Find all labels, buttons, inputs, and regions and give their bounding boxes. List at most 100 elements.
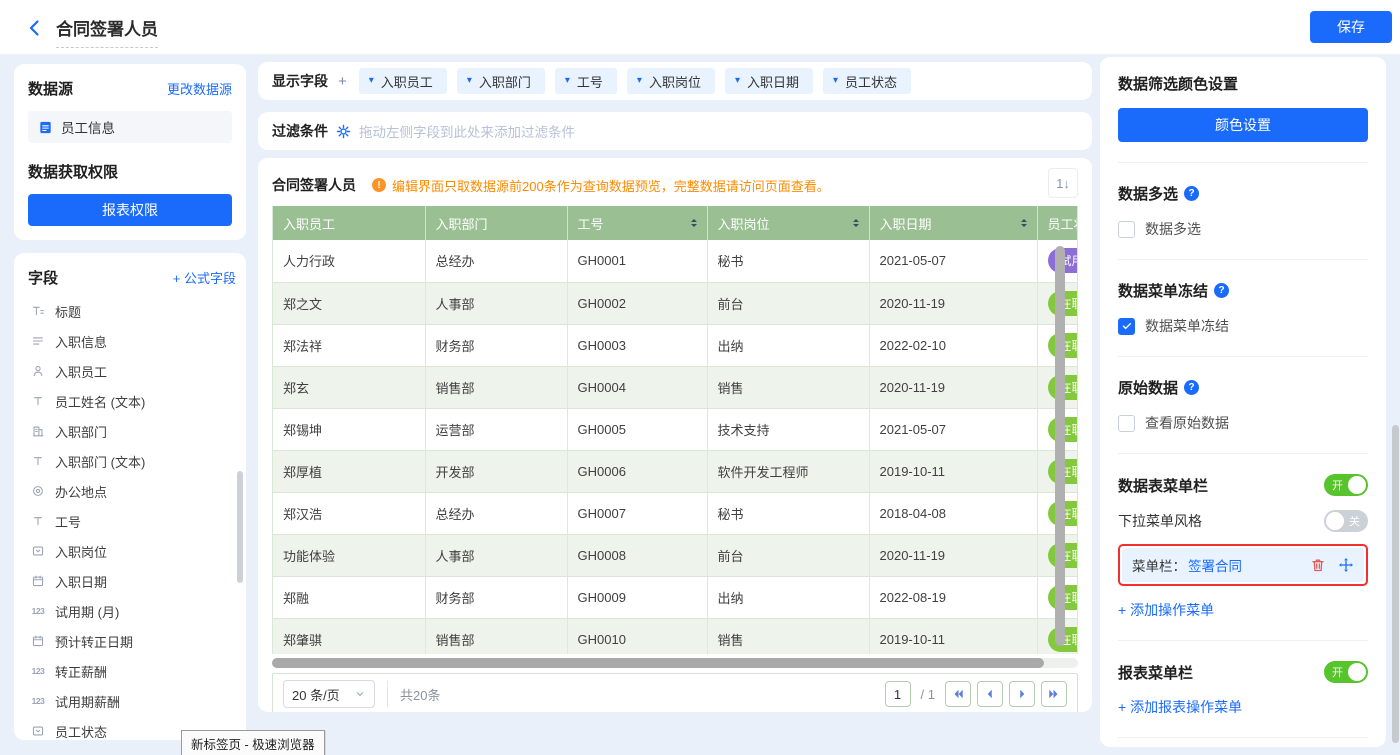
gear-icon[interactable]: [336, 124, 351, 139]
browser-tooltip: 新标签页 - 极速浏览器: [181, 730, 325, 755]
back-button[interactable]: [24, 17, 46, 39]
add-display-field-button[interactable]: +: [338, 73, 347, 90]
change-datasource-link[interactable]: 更改数据源: [167, 79, 232, 98]
field-item[interactable]: 123转正薪酬: [28, 656, 236, 686]
table-cell: GH0002: [567, 282, 707, 324]
field-item[interactable]: 123试用期 (月): [28, 596, 236, 626]
table-menu-toggle[interactable]: 开: [1324, 474, 1368, 496]
toggle-knob: [1326, 512, 1344, 530]
field-item[interactable]: 办公地点: [28, 476, 236, 506]
app-root: 合同签署人员 保存 数据源 更改数据源 员工信息 数据获取权限 报表权限: [0, 0, 1400, 755]
display-field-chip[interactable]: ▾入职日期: [725, 68, 813, 94]
table-cell: 秘书: [707, 240, 869, 282]
field-item[interactable]: 入职日期: [28, 566, 236, 596]
table-cell: 2021-05-07: [869, 240, 1037, 282]
display-field-chip[interactable]: ▾入职岗位: [627, 68, 715, 94]
document-icon: [38, 120, 53, 135]
preview-notice: ! 编辑界面只取数据源前200条作为查询数据预览，完整数据请访问页面查看。: [372, 176, 830, 195]
highlighted-menu-item: 菜单栏： 签署合同: [1118, 544, 1368, 586]
field-label: 工号: [55, 512, 81, 531]
fields-scrollbar[interactable]: [237, 471, 243, 583]
chevron-left-icon: [983, 687, 997, 701]
table-cell: 郑肇骐: [273, 618, 425, 654]
table-cell: 郑之文: [273, 282, 425, 324]
report-permission-button[interactable]: 报表权限: [28, 194, 232, 226]
table-row: 人力行政总经办GH0001秘书2021-05-07试用期: [273, 240, 1078, 282]
sort-arrows-icon[interactable]: [1021, 216, 1027, 230]
multi-select-checkbox[interactable]: [1118, 221, 1135, 238]
report-menu-toggle[interactable]: 开: [1324, 661, 1368, 683]
help-icon[interactable]: ?: [1184, 186, 1199, 201]
table-card: 合同签署人员 ! 编辑界面只取数据源前200条作为查询数据预览，完整数据请访问页…: [258, 158, 1092, 712]
field-label: 预计转正日期: [55, 632, 133, 651]
page-size-select[interactable]: 20 条/页: [283, 680, 375, 708]
filter-dropzone[interactable]: 拖动左侧字段到此处来添加过滤条件: [359, 121, 575, 141]
formula-field-link[interactable]: + 公式字段: [173, 268, 236, 287]
table-cell: GH0006: [567, 450, 707, 492]
field-item[interactable]: 入职员工: [28, 356, 236, 386]
sort-order-button[interactable]: 1↓: [1048, 168, 1078, 198]
raw-data-checkbox[interactable]: [1118, 415, 1135, 432]
preview-notice-text: 编辑界面只取数据源前200条作为查询数据预览，完整数据请访问页面查看。: [392, 176, 830, 195]
field-item[interactable]: 入职部门: [28, 416, 236, 446]
table-cell: 财务部: [425, 324, 567, 366]
number-icon: 123: [30, 606, 46, 616]
field-item[interactable]: 员工姓名 (文本): [28, 386, 236, 416]
help-icon[interactable]: ?: [1184, 380, 1199, 395]
first-page-button[interactable]: [945, 681, 971, 707]
chevron-down-icon: ▾: [637, 76, 642, 86]
table-cell: 出纳: [707, 576, 869, 618]
add-report-menu-link[interactable]: + 添加报表操作菜单: [1118, 697, 1368, 717]
column-header[interactable]: 入职岗位: [707, 206, 869, 240]
table-cell: GH0008: [567, 534, 707, 576]
menu-freeze-checkbox[interactable]: [1118, 318, 1135, 335]
menu-item-prefix: 菜单栏：: [1132, 555, 1186, 575]
display-field-chip[interactable]: ▾入职员工: [359, 68, 447, 94]
page-number-input[interactable]: 1: [885, 681, 911, 707]
sort-arrows-icon[interactable]: [691, 216, 697, 230]
chip-label: 入职部门: [479, 72, 531, 91]
last-page-button[interactable]: [1041, 681, 1067, 707]
chevron-down-icon: ▾: [565, 76, 570, 86]
sort-arrows-icon[interactable]: [853, 216, 859, 230]
move-icon[interactable]: [1338, 557, 1354, 573]
sort-order-icon: 1↓: [1056, 176, 1070, 191]
save-button[interactable]: 保存: [1310, 11, 1392, 43]
table-cell: 郑锡坤: [273, 408, 425, 450]
chevron-right-icon: [1015, 687, 1029, 701]
chevron-down-icon: ▾: [735, 76, 740, 86]
column-header[interactable]: 入职日期: [869, 206, 1037, 240]
trash-icon[interactable]: [1310, 557, 1326, 573]
field-item[interactable]: 入职岗位: [28, 536, 236, 566]
field-item[interactable]: 标题: [28, 296, 236, 326]
display-field-chip[interactable]: ▾工号: [555, 68, 617, 94]
display-field-chip[interactable]: ▾员工状态: [823, 68, 911, 94]
horizontal-scrollbar-thumb[interactable]: [272, 658, 1044, 668]
dropdown-style-toggle[interactable]: 关: [1324, 510, 1368, 532]
field-item[interactable]: 预计转正日期: [28, 626, 236, 656]
table-vertical-scrollbar[interactable]: [1055, 246, 1065, 646]
table-horizontal-scrollbar: [272, 658, 1078, 668]
table-cell: 总经办: [425, 492, 567, 534]
table-row: 功能体验人事部GH0008前台2020-11-19在职: [273, 534, 1078, 576]
window-scrollbar[interactable]: [1392, 425, 1399, 743]
menu-bar-item[interactable]: 菜单栏： 签署合同: [1122, 548, 1364, 582]
prev-page-button[interactable]: [977, 681, 1003, 707]
data-table-wrap: 入职员工入职部门工号入职岗位入职日期员工状态 人力行政总经办GH0001秘书20…: [272, 206, 1078, 654]
field-item[interactable]: 工号: [28, 506, 236, 536]
help-icon[interactable]: ?: [1214, 283, 1229, 298]
display-field-chip[interactable]: ▾入职部门: [457, 68, 545, 94]
column-header[interactable]: 工号: [567, 206, 707, 240]
next-page-button[interactable]: [1009, 681, 1035, 707]
table-cell: 销售: [707, 366, 869, 408]
datasource-item[interactable]: 员工信息: [28, 111, 232, 143]
field-item[interactable]: 入职部门 (文本): [28, 446, 236, 476]
table-cell: 秘书: [707, 492, 869, 534]
field-item[interactable]: 123试用期薪酬: [28, 686, 236, 716]
field-item[interactable]: 入职信息: [28, 326, 236, 356]
add-action-menu-link[interactable]: + 添加操作菜单: [1118, 600, 1368, 620]
location-icon: [30, 484, 46, 498]
multi-select-title: 数据多选: [1118, 183, 1178, 204]
color-settings-button[interactable]: 颜色设置: [1118, 108, 1368, 142]
field-label: 入职信息: [55, 332, 107, 351]
